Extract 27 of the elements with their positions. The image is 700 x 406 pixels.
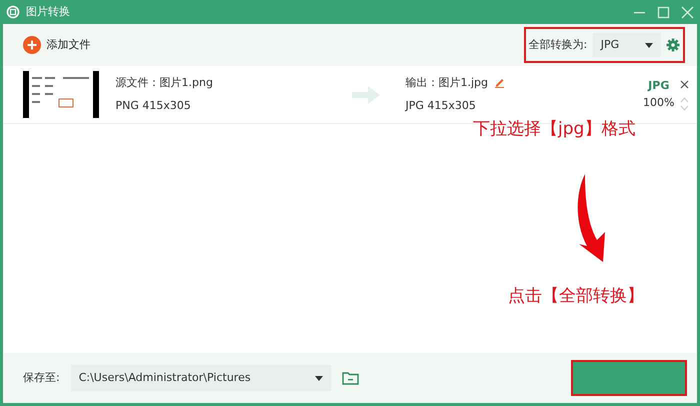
save-path-dropdown[interactable]: C:\Users\Administrator\Pictures bbox=[70, 365, 331, 391]
logo-icon bbox=[6, 5, 20, 19]
format-dropdown[interactable]: JPG bbox=[592, 33, 661, 57]
add-file-button[interactable]: 添加文件 bbox=[23, 36, 90, 54]
output-file-name: 输出：图片1.jpg bbox=[406, 74, 488, 90]
output-file-info: JPG 415x305 bbox=[406, 98, 477, 114]
settings-button[interactable] bbox=[666, 38, 680, 52]
window-title: 图片转换 bbox=[26, 4, 70, 20]
arrow-icon bbox=[352, 86, 380, 104]
annotation-text: 下拉选择【jpg】格式 bbox=[473, 118, 636, 141]
convert-all-label: 全部转换为: bbox=[528, 36, 588, 53]
minimize-icon bbox=[634, 12, 645, 13]
quality-value: 100% bbox=[643, 94, 674, 110]
open-folder-button[interactable] bbox=[342, 372, 359, 384]
caret-icon bbox=[644, 42, 653, 48]
close-icon bbox=[681, 6, 694, 18]
annotation-text: 点击【全部转换】 bbox=[508, 285, 644, 308]
maximize-button[interactable] bbox=[657, 6, 670, 18]
plus-icon bbox=[23, 36, 41, 54]
save-to-label: 保存至: bbox=[23, 370, 60, 386]
edit-button[interactable] bbox=[494, 77, 505, 88]
output-format: JPG bbox=[648, 78, 670, 94]
maximize-icon bbox=[658, 6, 670, 18]
caret-icon bbox=[314, 376, 323, 380]
close-button[interactable] bbox=[681, 6, 694, 18]
source-file-info: PNG 415x305 bbox=[116, 98, 192, 114]
source-file-name: 源文件：图片1.png bbox=[116, 74, 214, 90]
